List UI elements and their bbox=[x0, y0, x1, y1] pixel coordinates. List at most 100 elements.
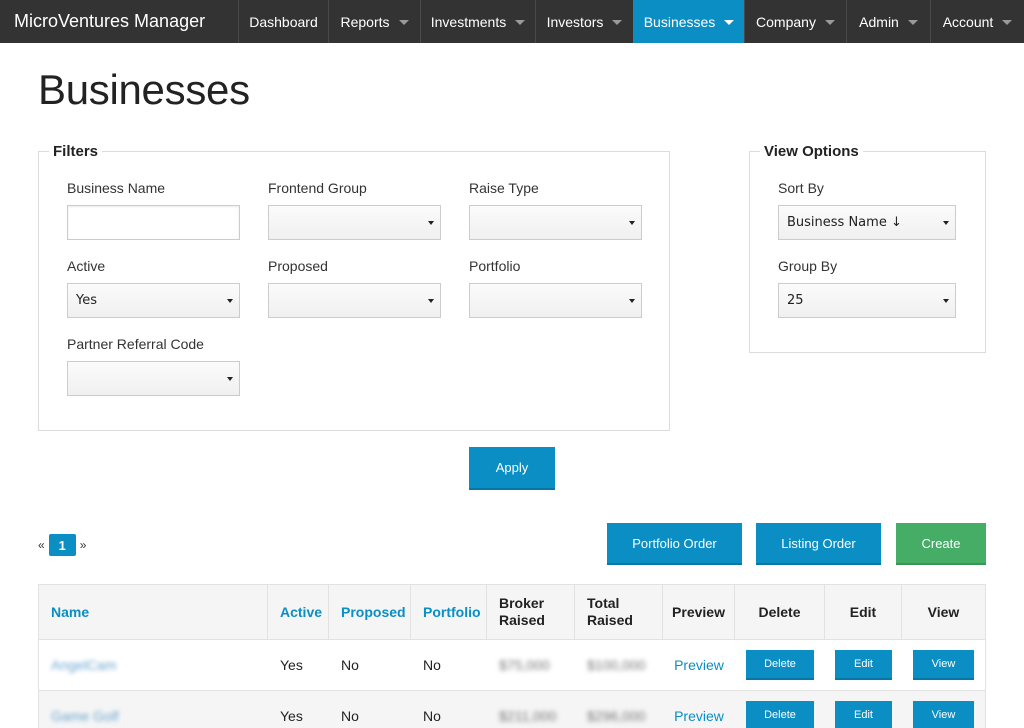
broker-raised-cell: $75,000 bbox=[487, 640, 575, 690]
active-field: Active Yes bbox=[67, 258, 240, 318]
nav-admin-label: Admin bbox=[859, 13, 899, 30]
active-value: Yes bbox=[76, 293, 97, 308]
chevron-down-icon bbox=[907, 19, 918, 25]
businesses-table: Name Active Proposed Portfolio Broker Ra… bbox=[38, 584, 986, 728]
sort-by-select[interactable]: Business Name ↓ bbox=[778, 205, 956, 240]
select-caret-icon bbox=[943, 299, 949, 303]
raise-type-label: Raise Type bbox=[469, 180, 539, 196]
pagination-prev[interactable]: « bbox=[38, 538, 45, 552]
filters-legend: Filters bbox=[49, 143, 103, 160]
total-raised-value: $100,000 bbox=[587, 657, 646, 673]
business-name-cell[interactable]: Game Golf bbox=[39, 691, 268, 728]
col-active-header[interactable]: Active bbox=[268, 585, 329, 639]
apply-button[interactable]: Apply bbox=[469, 447, 555, 490]
filters-panel: Filters Business Name Frontend Group Rai… bbox=[38, 143, 670, 431]
select-caret-icon bbox=[428, 299, 434, 303]
preview-link[interactable]: Preview bbox=[674, 708, 724, 724]
preview-cell: Preview bbox=[663, 691, 735, 728]
raise-type-select[interactable] bbox=[469, 205, 642, 240]
edit-cell: Edit bbox=[825, 640, 902, 690]
col-portfolio-header[interactable]: Portfolio bbox=[411, 585, 487, 639]
sort-by-value: Business Name ↓ bbox=[787, 215, 902, 230]
app-brand[interactable]: MicroVentures Manager bbox=[0, 0, 238, 43]
group-by-label: Group By bbox=[778, 258, 838, 274]
group-by-value: 25 bbox=[787, 293, 804, 308]
table-row: AngelCam Yes No No $75,000 $100,000 Prev… bbox=[39, 640, 985, 691]
active-cell: Yes bbox=[280, 657, 303, 673]
view-button[interactable]: View bbox=[913, 650, 974, 680]
col-proposed-header[interactable]: Proposed bbox=[329, 585, 411, 639]
col-name-header[interactable]: Name bbox=[39, 585, 268, 639]
chevron-down-icon bbox=[398, 19, 409, 25]
select-caret-icon bbox=[428, 221, 434, 225]
view-options-panel: View Options Sort By Business Name ↓ Gro… bbox=[749, 143, 986, 353]
view-button[interactable]: View bbox=[913, 701, 974, 728]
select-caret-icon bbox=[943, 221, 949, 225]
active-label: Active bbox=[67, 258, 106, 274]
view-cell: View bbox=[902, 640, 985, 690]
partner-referral-select[interactable] bbox=[67, 361, 240, 396]
nav-account-label: Account bbox=[942, 13, 994, 30]
nav-businesses[interactable]: Businesses bbox=[633, 0, 744, 43]
chevron-down-icon bbox=[515, 19, 526, 25]
delete-button[interactable]: Delete bbox=[746, 701, 814, 728]
nav-investments-label: Investments bbox=[430, 13, 507, 30]
nav-businesses-label: Businesses bbox=[643, 13, 716, 30]
business-name-cell[interactable]: AngelCam bbox=[39, 640, 268, 690]
frontend-group-select[interactable] bbox=[268, 205, 441, 240]
portfolio-select[interactable] bbox=[469, 283, 642, 318]
delete-cell: Delete bbox=[735, 691, 825, 728]
broker-raised-value: $211,000 bbox=[499, 708, 557, 724]
pagination-next[interactable]: » bbox=[80, 538, 87, 552]
select-caret-icon bbox=[629, 221, 635, 225]
sort-by-field: Sort By Business Name ↓ bbox=[778, 180, 956, 240]
nav-reports[interactable]: Reports bbox=[328, 0, 420, 43]
delete-button[interactable]: Delete bbox=[746, 650, 814, 680]
total-raised-cell: $296,000 bbox=[575, 691, 663, 728]
chevron-down-icon bbox=[724, 19, 735, 25]
preview-cell: Preview bbox=[663, 640, 735, 690]
nav-investments[interactable]: Investments bbox=[420, 0, 535, 43]
listing-order-button[interactable]: Listing Order bbox=[756, 523, 881, 565]
chevron-down-icon bbox=[1002, 19, 1013, 25]
nav-admin[interactable]: Admin bbox=[846, 0, 930, 43]
nav-dashboard[interactable]: Dashboard bbox=[238, 0, 328, 43]
raise-type-field: Raise Type bbox=[469, 180, 642, 240]
nav-reports-label: Reports bbox=[340, 13, 390, 30]
chevron-down-icon bbox=[824, 19, 835, 25]
proposed-label: Proposed bbox=[268, 258, 328, 274]
select-caret-icon bbox=[227, 299, 233, 303]
pagination: « 1 » bbox=[38, 534, 86, 556]
create-button[interactable]: Create bbox=[896, 523, 986, 565]
portfolio-cell: No bbox=[423, 657, 441, 673]
business-name-link[interactable]: AngelCam bbox=[51, 657, 116, 673]
edit-button[interactable]: Edit bbox=[835, 650, 892, 680]
preview-link[interactable]: Preview bbox=[674, 657, 724, 673]
proposed-cell: No bbox=[341, 657, 359, 673]
nav-company[interactable]: Company bbox=[744, 0, 846, 43]
proposed-cell: No bbox=[341, 708, 359, 724]
business-name-input[interactable] bbox=[67, 205, 240, 240]
view-cell: View bbox=[902, 691, 985, 728]
business-name-link[interactable]: Game Golf bbox=[51, 708, 119, 724]
col-broker-raised-header: Broker Raised bbox=[487, 585, 575, 639]
nav-account[interactable]: Account bbox=[930, 0, 1024, 43]
nav-investors[interactable]: Investors bbox=[535, 0, 633, 43]
pagination-page-1[interactable]: 1 bbox=[48, 534, 76, 556]
edit-cell: Edit bbox=[825, 691, 902, 728]
nav-dashboard-label: Dashboard bbox=[249, 13, 318, 30]
chevron-down-icon bbox=[612, 19, 623, 25]
proposed-field: Proposed bbox=[268, 258, 441, 318]
main-nav: Dashboard Reports Investments Investors … bbox=[238, 0, 1024, 43]
active-select[interactable]: Yes bbox=[67, 283, 240, 318]
portfolio-cell: No bbox=[423, 708, 441, 724]
delete-cell: Delete bbox=[735, 640, 825, 690]
group-by-select[interactable]: 25 bbox=[778, 283, 956, 318]
portfolio-order-button[interactable]: Portfolio Order bbox=[607, 523, 742, 565]
group-by-field: Group By 25 bbox=[778, 258, 956, 318]
frontend-group-field: Frontend Group bbox=[268, 180, 441, 240]
table-row: Game Golf Yes No No $211,000 $296,000 Pr… bbox=[39, 691, 985, 728]
portfolio-field: Portfolio bbox=[469, 258, 642, 318]
proposed-select[interactable] bbox=[268, 283, 441, 318]
edit-button[interactable]: Edit bbox=[835, 701, 892, 728]
